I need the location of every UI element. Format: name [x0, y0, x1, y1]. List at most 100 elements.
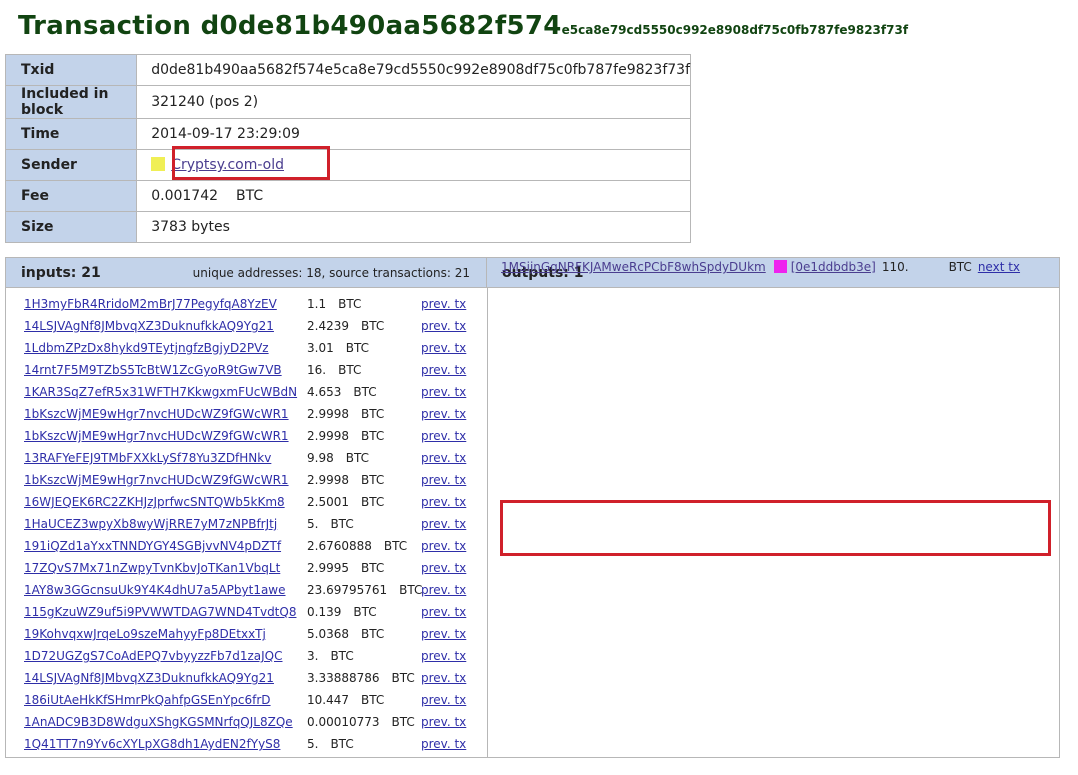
- input-row: 1bKszcWjME9wHgr7nvcHUDcWZ9fGWcWR1 2.9998 B…: [6, 470, 487, 492]
- input-address-link[interactable]: 17ZQvS7Mx71nZwpyTvnKbvJoTKan1VbqLt: [24, 561, 280, 575]
- input-address-link[interactable]: 19KohvqxwJrqeLo9szeMahyyFp8DEtxxTj: [24, 627, 266, 641]
- input-amount: 2.6760888: [307, 539, 372, 553]
- input-address-link[interactable]: 1bKszcWjME9wHgr7nvcHUDcWZ9fGWcWR1: [24, 473, 289, 487]
- fee-unit: BTC: [236, 188, 264, 204]
- prev-tx-link[interactable]: prev. tx: [421, 715, 466, 729]
- prev-tx-link[interactable]: prev. tx: [421, 341, 466, 355]
- prev-tx-link[interactable]: prev. tx: [421, 605, 466, 619]
- input-address-link[interactable]: 1bKszcWjME9wHgr7nvcHUDcWZ9fGWcWR1: [24, 429, 289, 443]
- input-amount: 5.0368: [307, 627, 349, 641]
- input-address-link[interactable]: 16WJEQEK6RC2ZKHJzJprfwcSNTQWb5kKm8: [24, 495, 285, 509]
- input-unit: BTC: [338, 297, 362, 311]
- prev-tx-link[interactable]: prev. tx: [421, 737, 466, 751]
- fee-value: 0.001742: [151, 188, 219, 204]
- txid-value: d0de81b490aa5682f574e5ca8e79cd5550c992e8…: [136, 54, 691, 86]
- prev-tx-link[interactable]: prev. tx: [421, 429, 466, 443]
- input-amount: 23.69795761: [307, 583, 388, 597]
- prev-tx-link[interactable]: prev. tx: [421, 495, 466, 509]
- input-unit: BTC: [361, 473, 385, 487]
- input-row: 17ZQvS7Mx71nZwpyTvnKbvJoTKan1VbqLt 2.9995…: [6, 558, 487, 580]
- output-tx-link[interactable]: [0e1ddbdb3e]: [791, 260, 876, 274]
- input-row: 14LSJVAgNf8JMbvqXZ3DuknufkkAQ9Yg21 3.3388…: [6, 668, 487, 690]
- input-amount-cell: 5. BTC: [307, 517, 354, 531]
- input-address-link[interactable]: 115gKzuWZ9uf5i9PVWWTDAG7WND4TvdtQ8: [24, 605, 296, 619]
- size-label: Size: [4, 211, 138, 243]
- input-address-link[interactable]: 186iUtAeHkKfSHmrPkQahfpGSEnYpc6frD: [24, 693, 271, 707]
- prev-tx-link[interactable]: prev. tx: [421, 561, 466, 575]
- input-unit: BTC: [391, 715, 415, 729]
- input-address-link[interactable]: 1Q41TT7n9Yv6cXYLpXG8dh1AydEN2fYyS8: [24, 737, 280, 751]
- input-address-link[interactable]: 1AY8w3GGcnsuUk9Y4K4dhU7a5APbyt1awe: [24, 583, 286, 597]
- input-unit: BTC: [330, 649, 354, 663]
- input-row: 1Q41TT7n9Yv6cXYLpXG8dh1AydEN2fYyS8 5. BTC p…: [6, 734, 487, 756]
- prev-tx-link[interactable]: prev. tx: [421, 539, 466, 553]
- prev-tx-link[interactable]: prev. tx: [421, 451, 466, 465]
- input-amount-cell: 2.5001 BTC: [307, 495, 384, 509]
- input-address-link[interactable]: 13RAFYeFEJ9TMbFXXkLySf78Yu3ZDfHNkv: [24, 451, 271, 465]
- input-amount: 4.653: [307, 385, 342, 399]
- input-row: 19KohvqxwJrqeLo9szeMahyyFp8DEtxxTj 5.0368…: [6, 624, 487, 646]
- next-tx-link[interactable]: next tx: [978, 260, 1020, 274]
- prev-tx-link[interactable]: prev. tx: [421, 385, 466, 399]
- input-row: 1KAR3SqZ7efR5x31WFTH7KkwgxmFUcWBdN 4.653 B…: [6, 382, 487, 404]
- input-amount: 9.98: [307, 451, 334, 465]
- input-address-link[interactable]: 14LSJVAgNf8JMbvqXZ3DuknufkkAQ9Yg21: [24, 319, 274, 333]
- page-title: Transaction d0de81b490aa5682f574e5ca8e79…: [18, 4, 908, 42]
- input-amount: 2.9998: [307, 473, 349, 487]
- info-row-sender: Sender Cryptsy.com-old: [4, 149, 691, 181]
- input-address-link[interactable]: 14rnt7F5M9TZbS5TcBtW1ZcGyoR9tGw7VB: [24, 363, 282, 377]
- input-address-link[interactable]: 1KAR3SqZ7efR5x31WFTH7KkwgxmFUcWBdN: [24, 385, 297, 399]
- input-amount-cell: 4.653 BTC: [307, 385, 377, 399]
- input-row: 115gKzuWZ9uf5i9PVWWTDAG7WND4TvdtQ8 0.139 B…: [6, 602, 487, 624]
- sender-label: Sender: [4, 149, 138, 181]
- inputs-summary: unique addresses: 18, source transaction…: [192, 266, 470, 280]
- input-address-link[interactable]: 1AnADC9B3D8WdguXShgKGSMNrfqQJL8ZQe: [24, 715, 293, 729]
- prev-tx-link[interactable]: prev. tx: [421, 319, 466, 333]
- input-row: 1LdbmZPzDx8hykd9TEytjngfzBgjyD2PVz 3.01 BT…: [6, 338, 487, 360]
- input-amount: 3.: [307, 649, 319, 663]
- prev-tx-link[interactable]: prev. tx: [421, 627, 466, 641]
- prev-tx-link[interactable]: prev. tx: [421, 671, 466, 685]
- input-address-link[interactable]: 1LdbmZPzDx8hykd9TEytjngfzBgjyD2PVz: [24, 341, 269, 355]
- input-amount: 0.139: [307, 605, 342, 619]
- input-unit: BTC: [361, 319, 385, 333]
- input-row: 1bKszcWjME9wHgr7nvcHUDcWZ9fGWcWR1 2.9998 B…: [6, 426, 487, 448]
- input-row: 1HaUCEZ3wpyXb8wyWjRRE7yM7zNPBfrJtj 5. BTC p…: [6, 514, 487, 536]
- input-address-link[interactable]: 14LSJVAgNf8JMbvqXZ3DuknufkkAQ9Yg21: [24, 671, 274, 685]
- inputs-list: 1H3myFbR4RridoM2mBrJ77PegyfqA8YzEV 1.1 BTC…: [6, 294, 487, 756]
- prev-tx-link[interactable]: prev. tx: [421, 693, 466, 707]
- input-unit: BTC: [361, 627, 385, 641]
- input-amount-cell: 5.0368 BTC: [307, 627, 384, 641]
- input-amount-cell: 3. BTC: [307, 649, 354, 663]
- input-amount: 3.01: [307, 341, 334, 355]
- input-address-link[interactable]: 1HaUCEZ3wpyXb8wyWjRRE7yM7zNPBfrJtj: [24, 517, 277, 531]
- input-address-link[interactable]: 191iQZd1aYxxTNNDYGY4SGBjvvNV4pDZTf: [24, 539, 281, 553]
- prev-tx-link[interactable]: prev. tx: [421, 297, 466, 311]
- block-value: 321240 (pos 2): [136, 85, 691, 119]
- input-address-link[interactable]: 1H3myFbR4RridoM2mBrJ77PegyfqA8YzEV: [24, 297, 277, 311]
- prev-tx-link[interactable]: prev. tx: [421, 363, 466, 377]
- input-address-link[interactable]: 1D72UGZgS7CoAdEPQ7vbyyzzFb7d1zaJQC: [24, 649, 283, 663]
- input-row: 13RAFYeFEJ9TMbFXXkLySf78Yu3ZDfHNkv 9.98 BT…: [6, 448, 487, 470]
- input-amount-cell: 2.9998 BTC: [307, 407, 384, 421]
- input-amount-cell: 3.33888786 BTC: [307, 671, 415, 685]
- input-address-link[interactable]: 1bKszcWjME9wHgr7nvcHUDcWZ9fGWcWR1: [24, 407, 289, 421]
- input-amount-cell: 2.9998 BTC: [307, 473, 384, 487]
- output-address-link[interactable]: 1MSijnGgNRFKJAMweRcPCbF8whSpdyDUkm: [501, 260, 766, 274]
- title-hash-large: d0de81b490aa5682f574: [200, 11, 562, 41]
- input-row: 1D72UGZgS7CoAdEPQ7vbyyzzFb7d1zaJQC 3. BTC p…: [6, 646, 487, 668]
- prev-tx-link[interactable]: prev. tx: [421, 649, 466, 663]
- input-amount-cell: 2.9995 BTC: [307, 561, 384, 575]
- input-amount: 2.9995: [307, 561, 349, 575]
- prev-tx-link[interactable]: prev. tx: [421, 473, 466, 487]
- input-unit: BTC: [353, 605, 377, 619]
- title-hash-small: e5ca8e79cd5550c992e8908df75c0fb787fe9823…: [561, 23, 909, 37]
- output-highlight-box: [500, 500, 1051, 556]
- output-row: 1MSijnGgNRFKJAMweRcPCbF8whSpdyDUkm [0e1dd…: [501, 260, 1020, 274]
- prev-tx-link[interactable]: prev. tx: [421, 407, 466, 421]
- input-row: 1AY8w3GGcnsuUk9Y4K4dhU7a5APbyt1awe 23.697…: [6, 580, 487, 602]
- prev-tx-link[interactable]: prev. tx: [421, 583, 466, 597]
- prev-tx-link[interactable]: prev. tx: [421, 517, 466, 531]
- input-amount-cell: 0.139 BTC: [307, 605, 377, 619]
- info-row-size: Size 3783 bytes: [4, 211, 691, 243]
